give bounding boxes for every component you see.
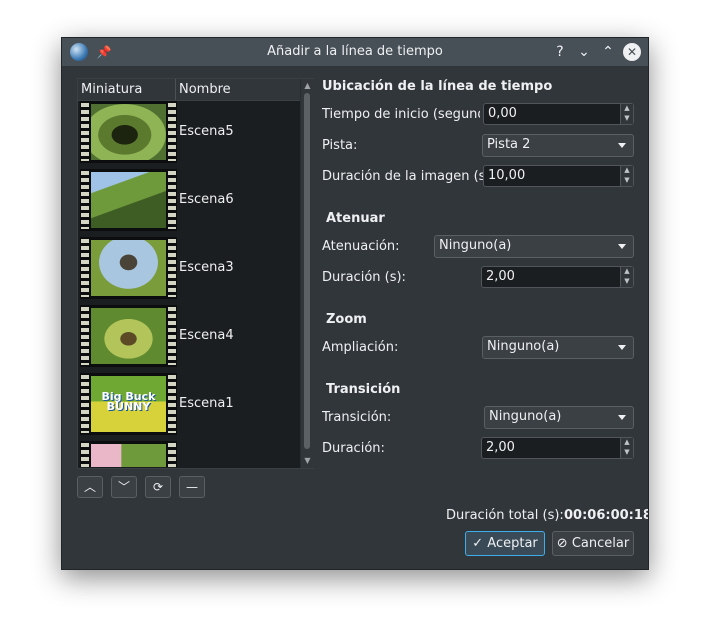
zoom-heading: Zoom — [326, 312, 367, 327]
scroll-down-icon[interactable]: ▼ — [303, 456, 312, 465]
track-select[interactable]: Pista 2 — [482, 134, 634, 157]
close-button[interactable]: ✕ — [623, 43, 641, 61]
chevron-down-icon — [618, 415, 626, 420]
column-name[interactable]: Nombre — [179, 82, 231, 97]
chevron-down-icon — [618, 244, 626, 249]
chevron-down-icon — [618, 345, 626, 350]
column-thumbnail[interactable]: Miniatura — [81, 82, 142, 97]
transition-label: Transición: — [322, 410, 392, 425]
item-name: Escena4 — [179, 328, 234, 343]
increment-icon[interactable]: ▲ — [623, 267, 631, 276]
cancel-button[interactable]: ⊘ Cancelar — [552, 531, 634, 556]
check-icon: ✓ — [472, 536, 484, 551]
list-item[interactable]: Big Buck BUNNY Escena1 — [80, 373, 298, 437]
transition-duration-spinbox[interactable]: 2,00 ▲ ▼ — [481, 437, 634, 459]
move-down-button[interactable]: ﹀ — [111, 476, 137, 498]
move-up-button[interactable]: ︿ — [77, 476, 103, 498]
decrement-icon[interactable]: ▼ — [623, 176, 631, 185]
list-body: Escena5 Escena6 Escena3 Escena4 Big Buck… — [78, 101, 300, 467]
zoom-label: Ampliación: — [322, 340, 399, 355]
thumbnail — [80, 237, 177, 299]
chevron-down-icon — [618, 143, 626, 148]
item-name: Escena5 — [179, 124, 234, 139]
thumbnail — [80, 305, 177, 367]
total-duration-label: Duración total (s): — [446, 508, 564, 523]
list-header: Miniatura Nombre — [78, 79, 300, 101]
help-button[interactable]: ? — [550, 42, 570, 62]
total-duration-value: 00:06:00:18 — [564, 508, 649, 523]
track-label: Pista: — [322, 138, 358, 153]
start-time-label: Tiempo de inicio (segundos) — [322, 107, 480, 122]
item-name: Escena6 — [179, 192, 234, 207]
list-scrollbar[interactable]: ▲ ▼ — [300, 79, 314, 468]
fade-duration-spinbox[interactable]: 2,00 ▲ ▼ — [481, 266, 634, 288]
decrement-icon[interactable]: ▼ — [623, 114, 631, 123]
add-to-timeline-dialog: 📌 Añadir a la línea de tiempo ? ⌄ ⌃ ✕ Mi… — [61, 37, 649, 570]
zoom-select[interactable]: Ninguno(a) — [482, 336, 634, 359]
refresh-button[interactable]: ⟳ — [145, 476, 171, 498]
thumbnail — [80, 101, 177, 163]
cancel-icon: ⊘ — [556, 536, 568, 551]
transition-duration-label: Duración: — [322, 441, 385, 456]
increment-icon[interactable]: ▲ — [623, 104, 631, 113]
list-item[interactable]: Escena6 — [80, 169, 298, 233]
increment-icon[interactable]: ▲ — [623, 166, 631, 175]
minimize-button[interactable]: ⌄ — [574, 42, 594, 62]
title-bar[interactable]: 📌 Añadir a la línea de tiempo ? ⌄ ⌃ ✕ — [62, 38, 648, 66]
scroll-up-icon[interactable]: ▲ — [303, 81, 312, 90]
scroll-handle[interactable] — [304, 93, 310, 449]
decrement-icon[interactable]: ▼ — [623, 448, 631, 457]
fade-select[interactable]: Ninguno(a) — [434, 235, 634, 258]
files-list[interactable]: Miniatura Nombre Escena5 Escena6 Escena3… — [77, 78, 314, 469]
accept-button[interactable]: ✓ Aceptar — [465, 531, 545, 556]
thumbnail: Big Buck BUNNY — [80, 373, 177, 435]
fade-label: Atenuación: — [322, 239, 400, 254]
list-item[interactable] — [80, 441, 298, 467]
transition-select[interactable]: Ninguno(a) — [484, 406, 634, 429]
maximize-button[interactable]: ⌃ — [598, 42, 618, 62]
fade-heading: Atenuar — [326, 211, 385, 226]
decrement-icon[interactable]: ▼ — [623, 277, 631, 286]
start-time-spinbox[interactable]: 0,00 ▲ ▼ — [483, 103, 634, 125]
increment-icon[interactable]: ▲ — [623, 438, 631, 447]
remove-button[interactable]: — — [179, 476, 205, 498]
transition-heading: Transición — [326, 382, 401, 397]
thumbnail — [80, 441, 177, 467]
item-name: Escena3 — [179, 260, 234, 275]
list-item[interactable]: Escena5 — [80, 101, 298, 165]
item-name: Escena1 — [179, 396, 234, 411]
thumbnail — [80, 169, 177, 231]
placement-heading: Ubicación de la línea de tiempo — [322, 79, 553, 94]
list-item[interactable]: Escena4 — [80, 305, 298, 369]
thumbnail-title: Big Buck BUNNY — [101, 390, 156, 413]
list-item[interactable]: Escena3 — [80, 237, 298, 301]
image-duration-label: Duración de la imagen (s) — [322, 169, 491, 184]
fade-duration-label: Duración (s): — [322, 270, 406, 285]
image-duration-spinbox[interactable]: 10,00 ▲ ▼ — [483, 165, 634, 187]
